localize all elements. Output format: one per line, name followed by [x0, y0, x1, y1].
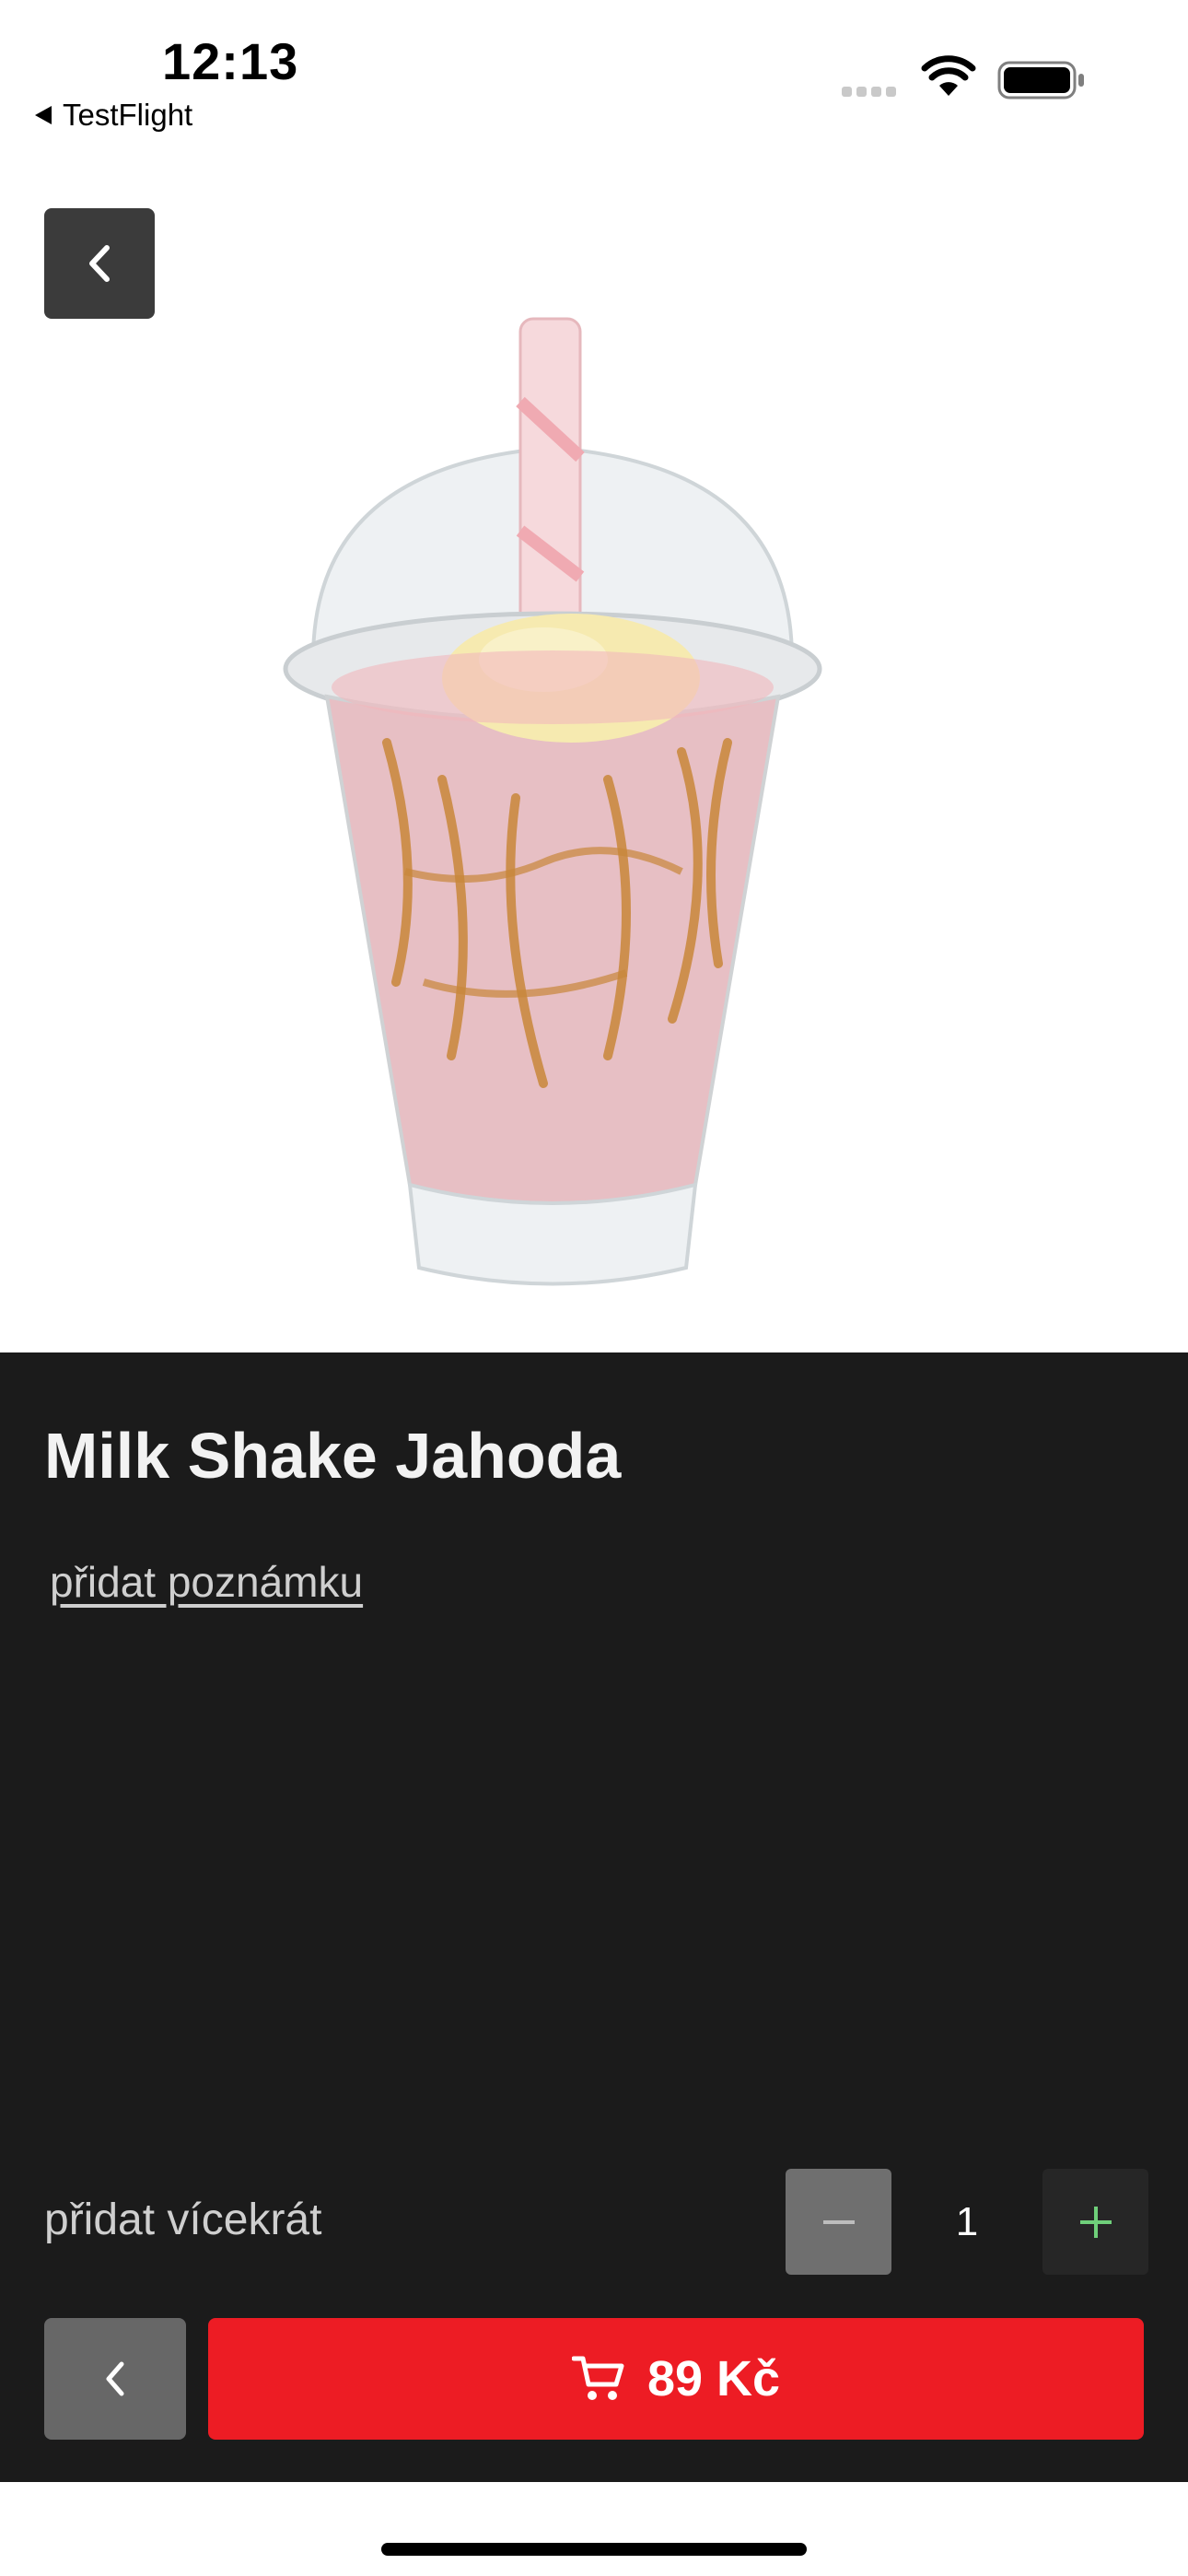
product-title: Milk Shake Jahoda [44, 1420, 622, 1492]
quantity-decrease-button[interactable] [786, 2169, 891, 2275]
cart-icon [571, 2356, 624, 2400]
product-image-area [0, 162, 1188, 1352]
add-to-cart-button[interactable]: 89 Kč [208, 2318, 1144, 2440]
add-note-link[interactable]: přidat poznámku [50, 1557, 363, 1607]
quantity-value: 1 [955, 2198, 979, 2244]
cellular-signal-icon [842, 87, 896, 97]
status-bar: 12:13 TestFlight [0, 0, 1188, 162]
quantity-increase-button[interactable] [1042, 2169, 1148, 2275]
back-to-app-link[interactable]: TestFlight [35, 98, 192, 133]
chevron-left-icon [106, 2361, 124, 2396]
milkshake-photo [283, 317, 822, 1286]
wifi-icon [921, 55, 976, 96]
back-triangle-icon [35, 106, 52, 124]
hero-back-button[interactable] [44, 208, 155, 319]
minus-icon [822, 2219, 855, 2224]
home-indicator-area [0, 2482, 1188, 2576]
quantity-label: přidat vícekrát [44, 2195, 322, 2244]
plus-icon [1079, 2206, 1112, 2238]
chevron-left-icon [89, 245, 110, 282]
back-button[interactable] [44, 2318, 186, 2440]
home-indicator[interactable] [381, 2543, 807, 2556]
clock: 12:13 [162, 32, 299, 90]
back-app-label: TestFlight [63, 98, 193, 132]
battery-icon [997, 61, 1084, 100]
price-label: 89 Kč [646, 2351, 781, 2406]
